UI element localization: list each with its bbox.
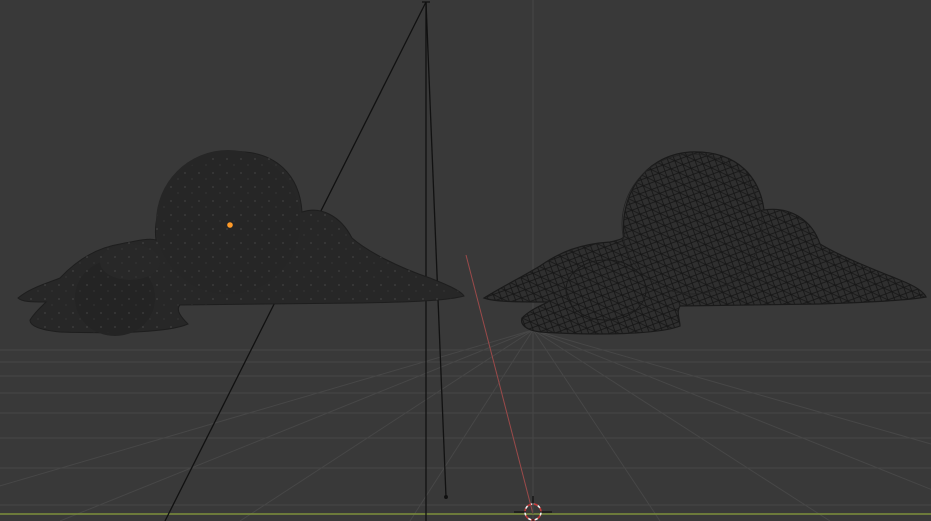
3d-viewport[interactable]: [0, 0, 931, 521]
object-origin-icon: [227, 222, 233, 228]
